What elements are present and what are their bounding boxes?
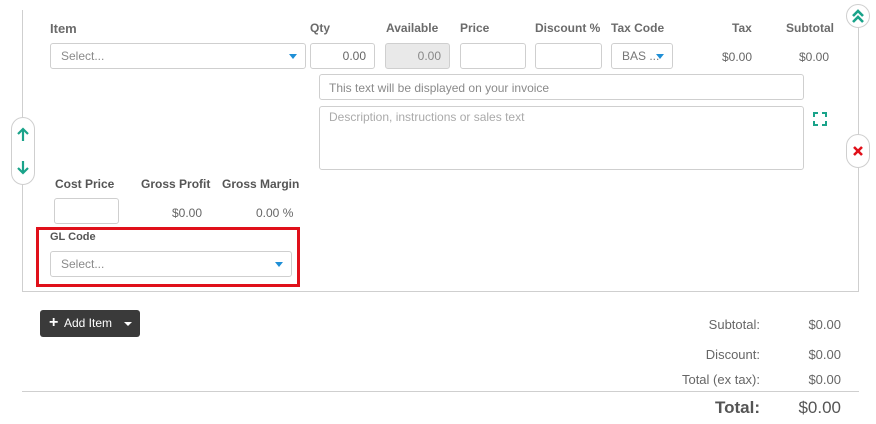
available-field: 0.00: [385, 43, 450, 69]
collapse-button[interactable]: [846, 4, 870, 28]
totals-ex-tax-value: $0.00: [808, 372, 841, 387]
caret-down-icon: [289, 54, 297, 59]
close-icon: [853, 146, 863, 156]
add-item-button[interactable]: + Add Item: [40, 310, 140, 337]
header-subtotal: Subtotal: [786, 21, 834, 35]
price-input[interactable]: [460, 43, 526, 69]
expand-icon: [813, 112, 827, 126]
gl-code-label: GL Code: [50, 231, 96, 243]
tax-code-select[interactable]: BAS ...: [611, 43, 673, 69]
gross-margin-label: Gross Margin: [222, 177, 300, 191]
arrow-down-icon: [17, 161, 29, 175]
add-item-label: Add Item: [64, 316, 113, 330]
gl-code-placeholder: Select...: [61, 257, 105, 271]
invoice-text-input[interactable]: This text will be displayed on your invo…: [319, 74, 804, 100]
totals-total-value: $0.00: [798, 398, 841, 417]
cost-price-input[interactable]: [54, 198, 119, 224]
caret-down-icon: [656, 54, 664, 59]
tax-code-value: BAS ...: [622, 49, 660, 63]
caret-down-icon: [124, 322, 132, 326]
totals-subtotal-value: $0.00: [808, 317, 841, 332]
double-chevron-up-icon: [852, 9, 864, 23]
qty-input[interactable]: 0.00: [310, 43, 375, 69]
header-qty: Qty: [310, 21, 331, 35]
header-available: Available: [386, 21, 439, 35]
plus-icon: +: [49, 314, 59, 331]
totals-discount-label: Discount:: [705, 347, 760, 362]
add-item-dropdown[interactable]: [116, 310, 140, 337]
totals-discount-value: $0.00: [808, 347, 841, 362]
totals-total-label: Total:: [714, 398, 760, 417]
caret-down-icon: [275, 262, 283, 267]
description-textarea[interactable]: Description, instructions or sales text: [319, 106, 804, 170]
item-select-placeholder: Select...: [61, 49, 105, 63]
move-up-button[interactable]: [14, 126, 32, 144]
arrow-up-icon: [17, 127, 29, 141]
header-tax-code: Tax Code: [611, 21, 665, 35]
gl-code-select[interactable]: Select...: [50, 251, 292, 277]
remove-line-button[interactable]: [846, 134, 870, 168]
totals-ex-tax-label: Total (ex tax):: [681, 372, 760, 387]
tax-value: $0.00: [722, 50, 753, 64]
gross-profit-value: $0.00: [172, 206, 203, 220]
gross-margin-value: 0.00 %: [256, 206, 294, 220]
cost-price-label: Cost Price: [55, 177, 115, 191]
gross-profit-label: Gross Profit: [141, 177, 211, 191]
totals-divider: [22, 391, 859, 392]
totals-subtotal-label: Subtotal:: [708, 317, 760, 332]
header-tax: Tax: [732, 21, 752, 35]
discount-input[interactable]: [535, 43, 602, 69]
header-price: Price: [460, 21, 490, 35]
move-down-button[interactable]: [14, 158, 32, 176]
header-item: Item: [50, 21, 77, 36]
subtotal-value: $0.00: [799, 50, 830, 64]
expand-button[interactable]: [813, 112, 827, 126]
item-select[interactable]: Select...: [50, 43, 306, 69]
header-discount: Discount %: [535, 21, 601, 35]
